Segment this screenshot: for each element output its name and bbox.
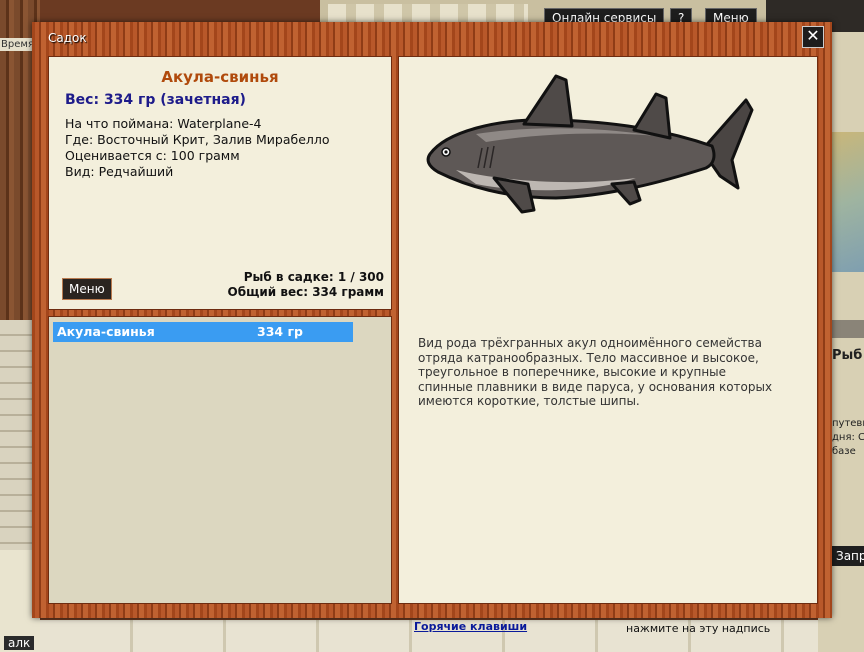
location-label: Где:: [65, 132, 94, 147]
fish-count: Рыб в садке: 1 / 300: [243, 270, 384, 284]
fish-name-title: Акула-свинья: [161, 68, 279, 86]
caught-with-value: Waterplane-4: [177, 116, 262, 131]
bottom-hint[interactable]: нажмите на эту надпись: [626, 622, 770, 635]
right-fragment-2: путевк: [832, 418, 864, 429]
panel-menu-button[interactable]: Меню: [62, 278, 112, 300]
keepnet-dialog: Садок ✕ Акула-свинья Вес: 334 гр (зачетн…: [32, 22, 832, 633]
fish-info-panel: Акула-свинья Вес: 334 гр (зачетная) На ч…: [48, 56, 392, 310]
min-weight-label: Оценивается с:: [65, 148, 167, 163]
location-value: Восточный Крит, Залив Мирабелло: [97, 132, 330, 147]
fish-description: Вид рода трёхгранных акул одноимённого с…: [418, 336, 773, 408]
dialog-title: Садок: [48, 31, 87, 45]
min-weight-line: Оценивается с: 100 грамм: [65, 148, 240, 163]
close-icon: ✕: [806, 26, 820, 45]
fish-detail-panel: Вид рода трёхгранных акул одноимённого с…: [398, 56, 818, 633]
list-item-name: Акула-свинья: [57, 324, 155, 339]
total-weight: Общий вес: 334 грамм: [227, 285, 384, 299]
alk-label: алк: [4, 636, 35, 650]
location-line: Где: Восточный Крит, Залив Мирабелло: [65, 132, 330, 147]
caught-with-label: На что поймана:: [65, 116, 174, 131]
right-fragment-4: базе: [832, 446, 856, 457]
list-item[interactable]: Акула-свинья 334 гр: [53, 322, 353, 342]
rarity-value: Редчайший: [98, 164, 174, 179]
min-weight-value: 100 грамм: [170, 148, 240, 163]
close-button[interactable]: ✕: [802, 26, 824, 48]
rarity-label: Вид:: [65, 164, 95, 179]
right-fragment-1: Рыб: [832, 348, 863, 363]
hotkeys-link[interactable]: Горячие клавиши: [414, 620, 527, 633]
caught-with-line: На что поймана: Waterplane-4: [65, 116, 262, 131]
right-action-button[interactable]: Запр: [832, 546, 864, 566]
right-fragment-3: дня: С: [832, 432, 864, 443]
shark-image: [426, 74, 754, 214]
list-item-weight: 334 гр: [257, 324, 303, 339]
map-thumbnail[interactable]: [830, 132, 864, 272]
keepnet-stats: Рыб в садке: 1 / 300 Общий вес: 334 грам…: [228, 270, 384, 300]
fish-list-panel: Акула-свинья 334 гр: [48, 316, 392, 604]
fish-weight: Вес: 334 гр (зачетная): [65, 92, 246, 108]
time-label: Время:: [0, 38, 35, 51]
rarity-line: Вид: Редчайший: [65, 164, 173, 179]
right-grey-bar: [830, 320, 864, 338]
